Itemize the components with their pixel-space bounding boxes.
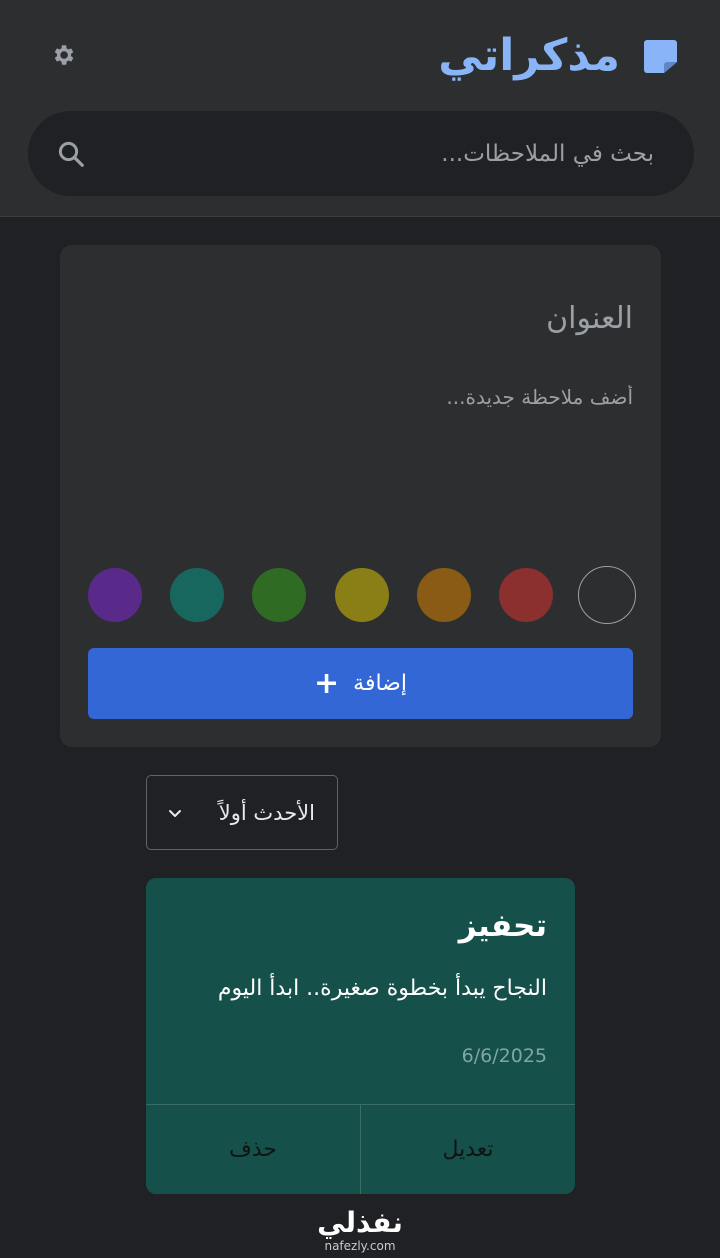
add-note-button[interactable]: إضافة + bbox=[88, 648, 633, 719]
color-swatch-none[interactable] bbox=[578, 566, 636, 624]
sort-selected-value: الأحدث أولاً bbox=[218, 800, 315, 825]
color-swatch-yellow[interactable] bbox=[335, 568, 389, 622]
color-swatch-red[interactable] bbox=[499, 568, 553, 622]
color-swatch-orange[interactable] bbox=[417, 568, 471, 622]
color-swatch-teal[interactable] bbox=[170, 568, 224, 622]
note-date: 6/6/2025 bbox=[461, 1045, 547, 1067]
edit-note-button[interactable]: تعديل bbox=[361, 1105, 575, 1194]
note-composer: إضافة + bbox=[60, 245, 661, 747]
note-actions: تعديل حذف bbox=[146, 1104, 575, 1194]
search-input[interactable] bbox=[114, 111, 654, 196]
plus-icon: + bbox=[314, 665, 340, 701]
sticky-note-icon bbox=[644, 40, 677, 73]
delete-note-button[interactable]: حذف bbox=[146, 1105, 361, 1194]
sort-select[interactable]: الأحدث أولاً bbox=[146, 775, 338, 850]
brand: مذكراتي bbox=[438, 26, 680, 86]
color-picker bbox=[88, 565, 636, 625]
color-swatch-green[interactable] bbox=[252, 568, 306, 622]
chevron-down-icon bbox=[169, 809, 181, 817]
watermark: نفذلي nafezly.com bbox=[290, 1208, 430, 1254]
note-card: تحفيز النجاح يبدأ بخطوة صغيرة.. ابدأ الي… bbox=[146, 878, 575, 1194]
search-bar bbox=[28, 111, 694, 196]
gear-icon bbox=[54, 45, 74, 65]
app-title: مذكراتي bbox=[438, 30, 620, 81]
note-title: تحفيز bbox=[458, 908, 547, 944]
add-button-label: إضافة bbox=[353, 671, 407, 696]
search-icon[interactable] bbox=[56, 139, 86, 169]
app-root: مذكراتي إضافة + bbox=[0, 0, 720, 1258]
note-text: النجاح يبدأ بخطوة صغيرة.. ابدأ اليوم bbox=[217, 976, 547, 1001]
app-header: مذكراتي bbox=[0, 0, 720, 217]
note-body-input[interactable] bbox=[93, 385, 633, 525]
note-title-input[interactable] bbox=[93, 290, 633, 346]
watermark-logo: نفذلي bbox=[317, 1206, 403, 1239]
watermark-url: nafezly.com bbox=[324, 1239, 396, 1253]
color-swatch-purple[interactable] bbox=[88, 568, 142, 622]
settings-button[interactable] bbox=[46, 38, 80, 72]
